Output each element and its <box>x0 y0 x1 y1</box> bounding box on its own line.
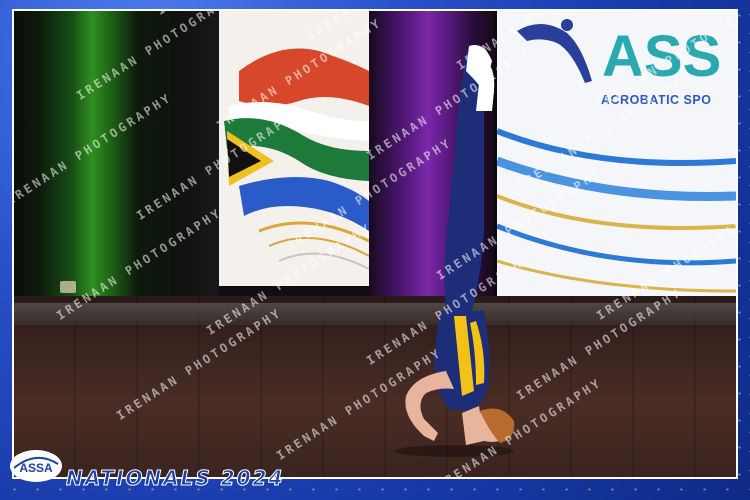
logo-text: ASSA <box>19 461 53 475</box>
performance-photo: ASS ACROBATIC SPO IRENAAN PHOTOGRAPHY IR… <box>14 11 736 477</box>
event-title: NATIONALS 2024 <box>65 466 285 491</box>
gymnast-figure <box>394 45 515 457</box>
photo-frame: ASS ACROBATIC SPO IRENAAN PHOTOGRAPHY IR… <box>0 0 750 500</box>
assa-logo-icon: ASSA <box>10 450 62 482</box>
